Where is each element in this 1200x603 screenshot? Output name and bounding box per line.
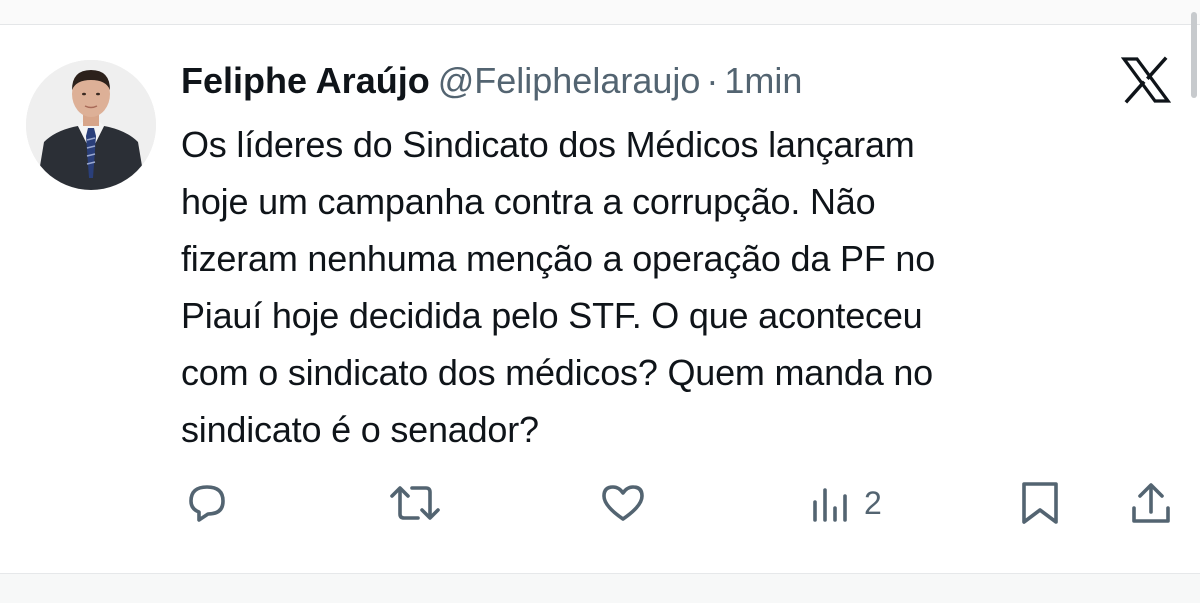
avatar-photo xyxy=(26,60,156,190)
avatar[interactable] xyxy=(26,60,156,190)
retweet-button[interactable] xyxy=(388,478,442,528)
like-button[interactable] xyxy=(598,478,648,528)
bottom-divider xyxy=(0,573,1200,603)
tweet-header: Feliphe Araújo @Feliphelaraujo · 1min xyxy=(181,58,802,104)
tweet-text-line: com o sindicato dos médicos? Quem manda … xyxy=(181,352,933,393)
tweet-screenshot: Feliphe Araújo @Feliphelaraujo · 1min Os lí… xyxy=(0,0,1200,603)
bookmark-icon xyxy=(1022,482,1058,524)
author-handle[interactable]: @Feliphelaraujo xyxy=(438,60,701,101)
meta-separator: · xyxy=(706,60,719,101)
action-bar: 2 xyxy=(0,478,1200,528)
x-logo-icon xyxy=(1120,56,1172,104)
tweet-text: Os líderes do Sindicato dos Médicos lanç… xyxy=(181,116,1171,458)
bookmark-button[interactable] xyxy=(1018,478,1062,528)
views-icon xyxy=(813,488,847,522)
tweet-text-line: sindicato é o senador? xyxy=(181,409,539,450)
tweet-text-line: Os líderes do Sindicato dos Médicos lanç… xyxy=(181,124,915,165)
retweet-icon xyxy=(390,486,440,520)
reply-button[interactable] xyxy=(182,478,232,528)
reply-icon xyxy=(189,485,225,522)
post-time[interactable]: 1min xyxy=(724,60,802,101)
tweet-text-line: Piauí hoje decidida pelo STF. O que acon… xyxy=(181,295,923,336)
share-icon xyxy=(1132,483,1170,523)
scrollbar[interactable] xyxy=(1186,0,1200,110)
top-divider xyxy=(0,0,1200,25)
like-icon xyxy=(602,485,644,521)
share-button[interactable] xyxy=(1126,478,1176,528)
tweet-text-line: hoje um campanha contra a corrupção. Não xyxy=(181,181,876,222)
tweet-text-line: fizeram nenhuma menção a operação da PF … xyxy=(181,238,936,279)
views-count: 2 xyxy=(864,485,882,521)
scrollbar-thumb[interactable] xyxy=(1191,12,1197,98)
views-button[interactable]: 2 xyxy=(808,478,882,528)
author-name[interactable]: Feliphe Araújo xyxy=(181,60,430,101)
